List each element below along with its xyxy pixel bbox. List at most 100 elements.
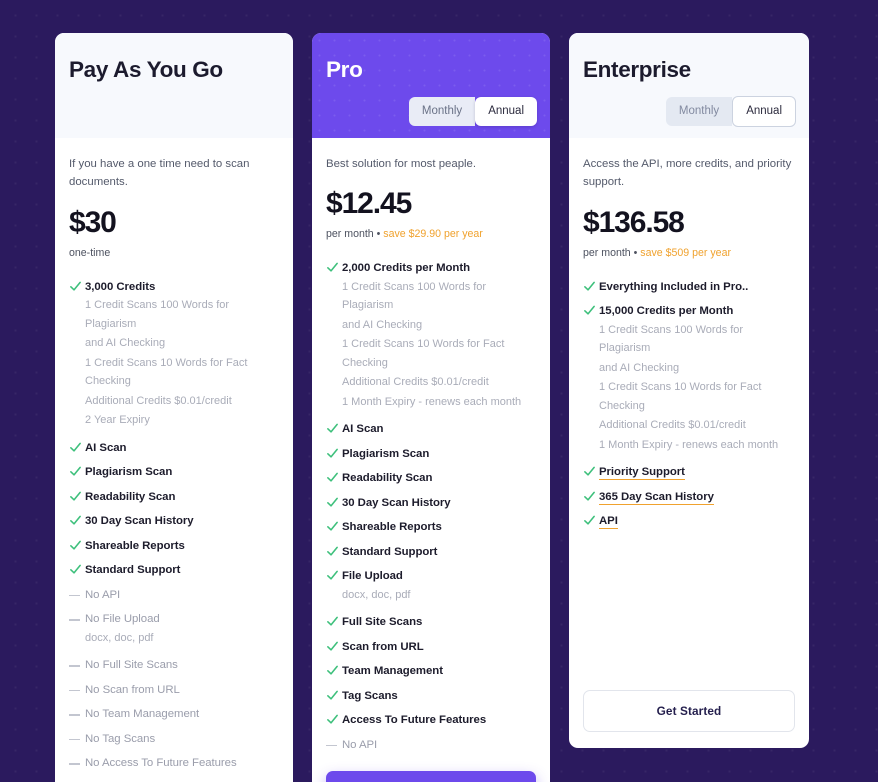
feature-title: 15,000 Credits per Month bbox=[599, 305, 734, 318]
feature-title: Everything Included in Pro.. bbox=[599, 280, 749, 293]
dash-icon bbox=[69, 732, 85, 741]
feature-title: No API bbox=[342, 738, 378, 751]
feature-item: Everything Included in Pro.. bbox=[583, 279, 795, 296]
check-icon bbox=[326, 447, 342, 460]
pricing-card-pro: Pro Monthly Annual Best solution for most p… bbox=[312, 33, 550, 782]
feature-text: Shareable Reports bbox=[342, 519, 536, 536]
feature-title: Plagiarism Scan bbox=[85, 466, 173, 479]
feature-subtext: 1 Credit Scans 100 Words for Plagiarism bbox=[342, 280, 487, 312]
plan-name: Enterprise bbox=[583, 57, 691, 82]
feature-item: 365 Day Scan History bbox=[583, 489, 795, 506]
toggle-annual-button[interactable]: Annual bbox=[732, 95, 796, 127]
pricing-cards-container: Pay As You Go If you have a one time need… bbox=[0, 0, 878, 782]
feature-text: No Full Site Scans bbox=[85, 657, 279, 674]
feature-item: No Tag Scans bbox=[69, 731, 279, 748]
feature-subtext: Additional Credits $0.01/credit bbox=[599, 419, 746, 432]
feature-title-highlight: API bbox=[599, 515, 618, 530]
feature-item: No Scan from URL bbox=[69, 682, 279, 699]
feature-text: Shareable Reports bbox=[85, 538, 279, 555]
feature-item: Plagiarism Scan bbox=[69, 464, 279, 481]
feature-text: No Access To Future Features bbox=[85, 755, 279, 772]
toggle-monthly-button[interactable]: Monthly bbox=[665, 96, 733, 126]
dash-icon bbox=[69, 707, 85, 716]
check-icon bbox=[583, 304, 599, 317]
feature-subtext: docx, doc, pdf bbox=[85, 631, 154, 644]
card-body: Access the API, more credits, and priori… bbox=[569, 138, 809, 680]
check-icon bbox=[583, 280, 599, 293]
feature-title: Team Management bbox=[342, 665, 443, 678]
get-started-button[interactable]: Get Started bbox=[583, 690, 795, 732]
price-savings: save $29.90 per year bbox=[383, 228, 483, 241]
plan-tagline: Best solution for most peaple. bbox=[326, 158, 477, 170]
feature-item: AI Scan bbox=[326, 421, 536, 438]
dash-glyph bbox=[326, 744, 337, 747]
check-icon bbox=[326, 640, 342, 653]
feature-item: Readability Scan bbox=[69, 489, 279, 506]
feature-title-highlight: Priority Support bbox=[599, 466, 685, 481]
feature-list: 3,000 Credits 1 Credit Scans 100 Words fo… bbox=[69, 279, 279, 780]
feature-text: File Upload docx, doc, pdf bbox=[342, 568, 536, 604]
feature-list: 2,000 Credits per Month 1 Credit Scans 10… bbox=[326, 260, 536, 761]
feature-text: Team Management bbox=[342, 663, 536, 680]
feature-item: 15,000 Credits per Month 1 Credit Scans 1… bbox=[583, 303, 795, 454]
toggle-monthly-button[interactable]: Monthly bbox=[408, 96, 476, 126]
feature-text: Readability Scan bbox=[85, 489, 279, 506]
plan-tagline: If you have a one time need to scan docu… bbox=[69, 158, 250, 189]
feature-title: Readability Scan bbox=[342, 472, 433, 485]
feature-text: Readability Scan bbox=[342, 470, 536, 487]
price-note: one-time bbox=[69, 246, 111, 259]
feature-text: Access To Future Features bbox=[342, 712, 536, 729]
check-icon bbox=[69, 441, 85, 454]
dash-glyph bbox=[69, 763, 80, 765]
feature-subtext: Additional Credits $0.01/credit bbox=[85, 394, 232, 407]
check-icon bbox=[326, 545, 342, 558]
get-started-button[interactable]: Get Started bbox=[326, 771, 536, 782]
feature-subtext: and AI Checking bbox=[599, 361, 680, 374]
feature-title: 2,000 Credits per Month bbox=[342, 262, 470, 275]
feature-title: No Tag Scans bbox=[85, 732, 156, 745]
dash-icon bbox=[69, 588, 85, 597]
dash-glyph bbox=[69, 594, 80, 597]
feature-title: Access To Future Features bbox=[342, 714, 487, 727]
price-note: per month • save $509 per year bbox=[583, 246, 731, 259]
cta-container: Get Started bbox=[569, 680, 809, 748]
billing-period-toggle: Monthly Annual bbox=[408, 96, 537, 126]
feature-text: API bbox=[599, 513, 795, 530]
feature-item: Shareable Reports bbox=[69, 538, 279, 555]
feature-title: AI Scan bbox=[85, 441, 127, 454]
dash-glyph bbox=[69, 738, 80, 741]
dash-icon bbox=[69, 683, 85, 692]
feature-item: API bbox=[583, 513, 795, 530]
feature-text: No API bbox=[342, 737, 536, 754]
billing-period-toggle: Monthly Annual bbox=[665, 95, 796, 127]
feature-text: AI Scan bbox=[342, 421, 536, 438]
check-icon bbox=[326, 713, 342, 726]
check-icon bbox=[326, 520, 342, 533]
feature-title-highlight: 365 Day Scan History bbox=[599, 490, 714, 505]
feature-subtext: 2 Year Expiry bbox=[85, 414, 150, 427]
feature-item: No Access To Future Features bbox=[69, 755, 279, 772]
feature-text: Standard Support bbox=[85, 562, 279, 579]
toggle-annual-button[interactable]: Annual bbox=[475, 96, 537, 126]
feature-subtext: Additional Credits $0.01/credit bbox=[342, 376, 489, 389]
feature-text: 30 Day Scan History bbox=[342, 495, 536, 512]
feature-item: Readability Scan bbox=[326, 470, 536, 487]
feature-title: No Team Management bbox=[85, 708, 200, 721]
plan-price: $12.45 bbox=[326, 187, 412, 221]
feature-title: No Access To Future Features bbox=[85, 757, 237, 770]
feature-title: Tag Scans bbox=[342, 689, 398, 702]
feature-text: No File Upload docx, doc, pdf bbox=[85, 611, 279, 647]
feature-text: Scan from URL bbox=[342, 639, 536, 656]
check-icon bbox=[583, 465, 599, 478]
price-savings: save $509 per year bbox=[640, 246, 731, 259]
feature-text: Plagiarism Scan bbox=[342, 446, 536, 463]
feature-subtext: 1 Month Expiry - renews each month bbox=[599, 438, 779, 451]
check-icon bbox=[69, 563, 85, 576]
price-note: per month • save $29.90 per year bbox=[326, 228, 483, 241]
feature-text: Plagiarism Scan bbox=[85, 464, 279, 481]
feature-text: Everything Included in Pro.. bbox=[599, 279, 795, 296]
check-icon bbox=[326, 422, 342, 435]
check-icon bbox=[583, 490, 599, 503]
feature-text: Priority Support bbox=[599, 464, 795, 481]
feature-title: 30 Day Scan History bbox=[85, 515, 194, 528]
